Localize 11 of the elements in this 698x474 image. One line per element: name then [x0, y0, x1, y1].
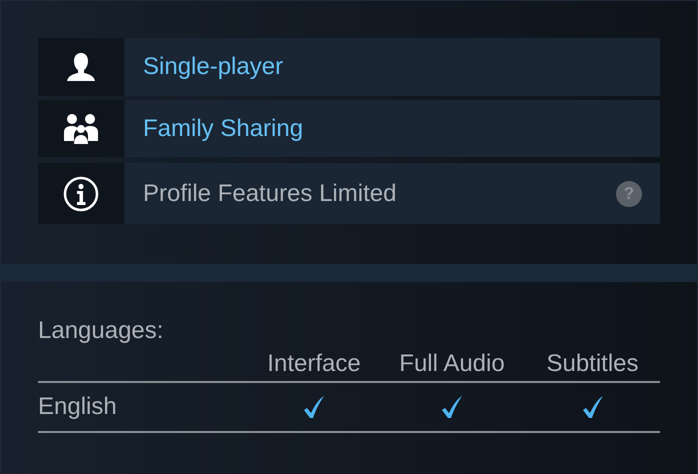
- languages-title: Languages:: [38, 317, 164, 345]
- feature-link[interactable]: Single-player: [143, 49, 284, 85]
- group-icon: [63, 112, 99, 144]
- feature-label: Profile Features Limited: [143, 178, 396, 208]
- info-icon: [63, 176, 99, 212]
- language-name: English: [38, 392, 118, 422]
- column-header: Subtitles: [545, 349, 640, 379]
- person-icon: [65, 52, 97, 82]
- column-header: Interface: [266, 349, 362, 379]
- column-header: Full Audio: [398, 349, 506, 379]
- feature-link[interactable]: Family Sharing: [143, 110, 304, 146]
